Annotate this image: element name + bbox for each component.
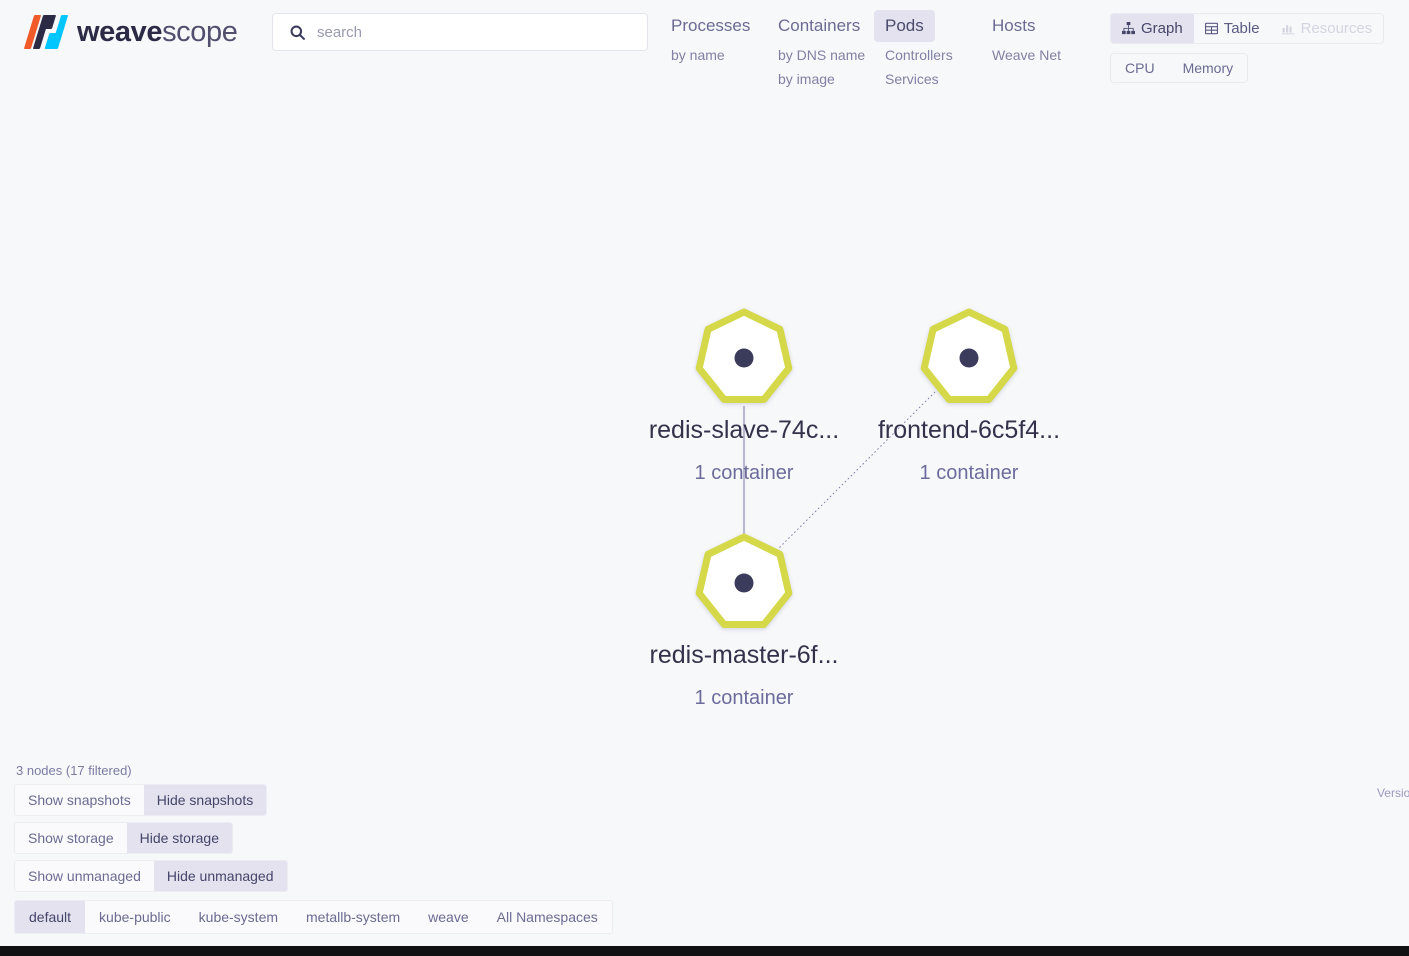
node-center-dot (734, 348, 754, 368)
topology-item-containers[interactable]: Containers (767, 10, 871, 42)
view-mode-table-button[interactable]: Table (1194, 14, 1271, 43)
sitemap-icon (1122, 22, 1135, 35)
brand-logo[interactable]: weavescope (23, 10, 238, 54)
view-controls: Graph Table Resources CPU Memory (1110, 13, 1409, 83)
view-mode-resources-label: Resources (1300, 20, 1373, 37)
storage-toggle-wrap: Show storage Hide storage (14, 822, 614, 860)
search-icon (290, 25, 305, 40)
namespace-metallb-system[interactable]: metallb-system (292, 901, 415, 933)
node-sublabel-redis-slave: 1 container (695, 462, 794, 484)
graph-node-redis-master[interactable]: redis-master-6f... 1 container (650, 533, 839, 709)
snapshots-toggle-group: Show snapshots Hide snapshots (14, 784, 268, 816)
show-storage-button[interactable]: Show storage (15, 823, 127, 853)
topology-sub-hosts-weave-net[interactable]: Weave Net (981, 42, 1098, 67)
namespace-kube-public[interactable]: kube-public (85, 901, 185, 933)
metric-group: CPU Memory (1110, 53, 1249, 83)
grid-icon (1204, 22, 1218, 35)
graph-canvas[interactable]: redis-slave-74c... 1 container frontend-6c… (0, 110, 1409, 770)
node-center-dot (734, 573, 754, 593)
topology-item-hosts[interactable]: Hosts (981, 10, 1046, 42)
hide-snapshots-button[interactable]: Hide snapshots (143, 785, 267, 815)
namespace-all[interactable]: All Namespaces (482, 901, 612, 933)
app-header: weavescope Processes by name Containers … (0, 0, 1409, 110)
graph-nodes[interactable]: redis-slave-74c...1 containerfrontend-6c… (649, 308, 1060, 709)
view-mode-graph-label: Graph (1141, 20, 1183, 37)
topology-group-containers: Containers by DNS name by image (767, 10, 874, 91)
unmanaged-toggle-group: Show unmanaged Hide unmanaged (14, 860, 288, 892)
snapshots-toggle-wrap: Show snapshots Hide snapshots (14, 784, 614, 822)
topology-graph[interactable]: redis-slave-74c...1 containerfrontend-6c… (0, 110, 1409, 770)
metric-memory-button[interactable]: Memory (1169, 54, 1248, 82)
namespace-default[interactable]: default (15, 901, 86, 933)
topology-nav: Processes by name Containers by DNS name… (660, 10, 1098, 91)
node-label-frontend: frontend-6c5f4... (878, 416, 1060, 444)
topology-group-pods: Pods Controllers Services (874, 10, 981, 91)
view-mode-group: Graph Table Resources (1110, 13, 1385, 44)
topology-group-processes: Processes by name (660, 10, 767, 66)
namespace-weave[interactable]: weave (414, 901, 483, 933)
topology-sub-pods-controllers[interactable]: Controllers (874, 42, 981, 67)
node-sublabel-frontend: 1 container (920, 462, 1019, 484)
topology-group-hosts: Hosts Weave Net (981, 10, 1098, 66)
storage-toggle-group: Show storage Hide storage (14, 822, 233, 854)
search-box[interactable] (272, 13, 648, 51)
node-count-label: 3 nodes (17 filtered) (16, 763, 132, 778)
hide-storage-button[interactable]: Hide storage (126, 823, 232, 853)
brand-scope-text: scope (162, 15, 238, 48)
node-label-redis-slave: redis-slave-74c... (649, 416, 839, 444)
node-sublabel-redis-master: 1 container (695, 687, 794, 709)
brand-wordmark: weavescope (77, 15, 238, 48)
show-snapshots-button[interactable]: Show snapshots (15, 785, 144, 815)
bar-chart-icon (1281, 25, 1295, 35)
topology-sub-containers-by-dns-name[interactable]: by DNS name (767, 42, 874, 67)
graph-node-frontend[interactable]: frontend-6c5f4... 1 container (878, 308, 1060, 484)
topology-sub-containers-by-image[interactable]: by image (767, 66, 874, 91)
view-mode-graph-button[interactable]: Graph (1111, 14, 1194, 43)
node-label-redis-master: redis-master-6f... (650, 641, 839, 669)
topology-item-pods[interactable]: Pods (874, 10, 935, 42)
view-mode-table-label: Table (1223, 20, 1260, 37)
hide-unmanaged-button[interactable]: Hide unmanaged (153, 861, 287, 891)
namespace-selector: default kube-public kube-system metallb-… (14, 900, 613, 934)
brand-weave-text: weave (77, 15, 163, 48)
topology-sub-pods-services[interactable]: Services (874, 66, 981, 91)
unmanaged-toggle-wrap: Show unmanaged Hide unmanaged (14, 860, 614, 898)
search-input[interactable] (317, 14, 637, 50)
bottom-controls: 3 nodes (17 filtered) Show snapshots Hid… (14, 763, 614, 934)
node-center-dot (959, 348, 979, 368)
topology-item-processes[interactable]: Processes (660, 10, 761, 42)
namespace-wrap: default kube-public kube-system metallb-… (14, 898, 614, 934)
bottom-bar (0, 946, 1409, 956)
topology-sub-processes-by-name[interactable]: by name (660, 42, 767, 67)
metric-cpu-button[interactable]: CPU (1111, 54, 1169, 82)
weave-logo-icon (23, 15, 69, 49)
show-unmanaged-button[interactable]: Show unmanaged (15, 861, 154, 891)
namespace-kube-system[interactable]: kube-system (184, 901, 293, 933)
version-label: Version (1376, 786, 1409, 800)
view-mode-resources-button: Resources (1271, 14, 1384, 43)
